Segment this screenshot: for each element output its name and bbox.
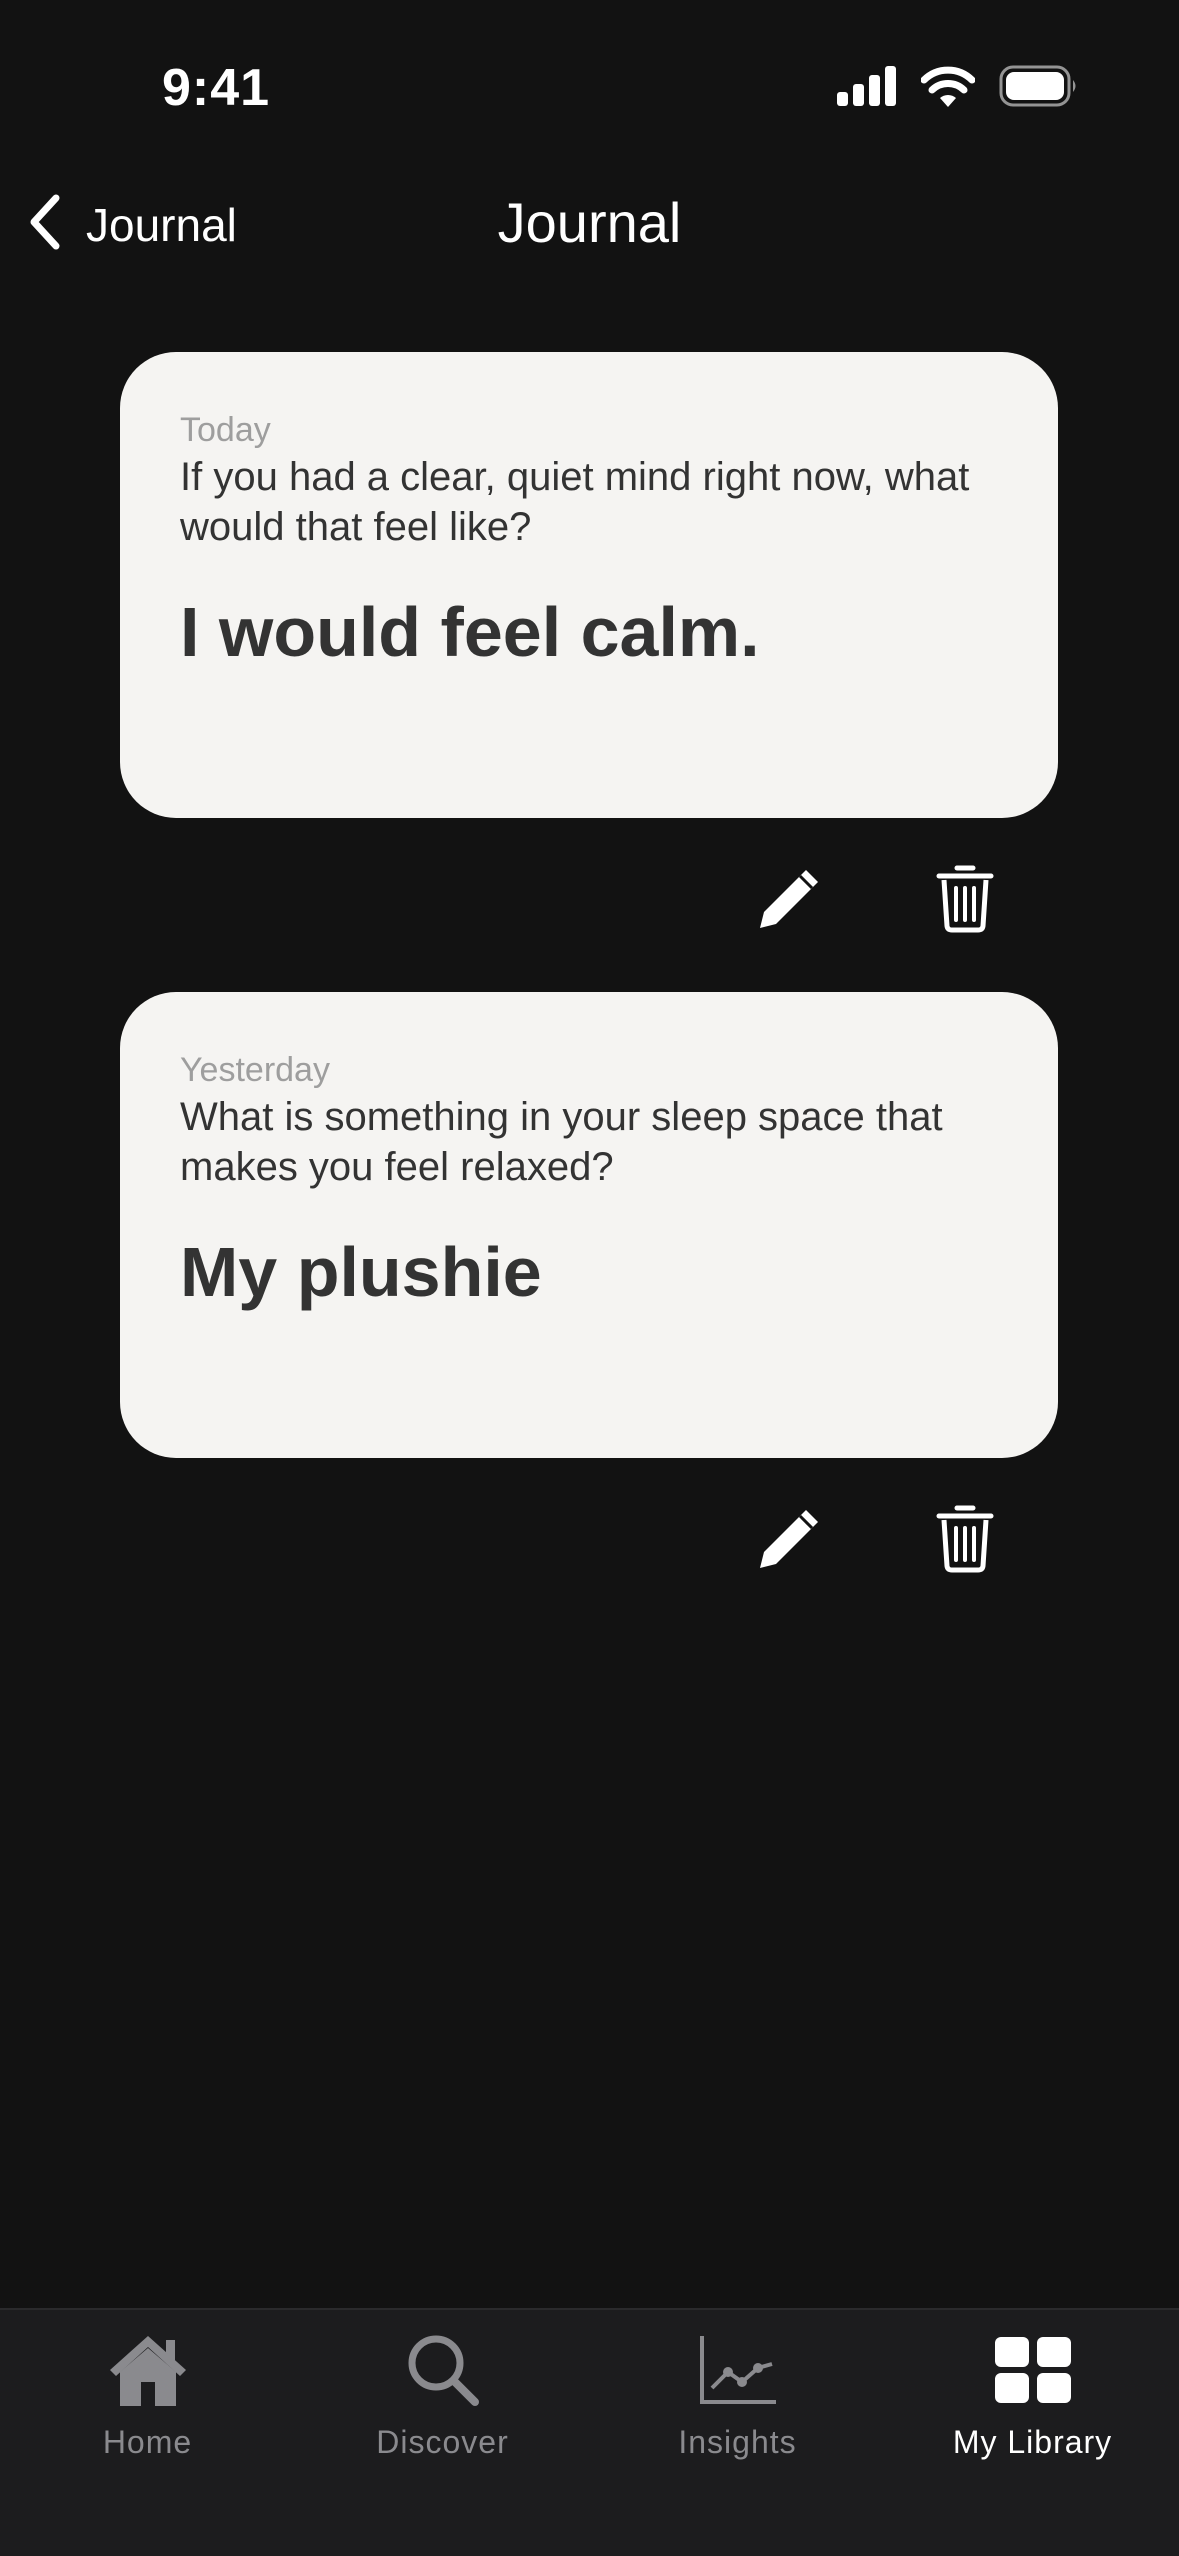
entry-date: Today (180, 411, 271, 449)
tab-discover[interactable]: Discover (295, 2328, 590, 2488)
pencil-icon (754, 1504, 824, 1579)
wifi-icon (920, 65, 976, 112)
entry-question: If you had a clear, quiet mind right now… (180, 455, 970, 549)
tab-label: Home (102, 2424, 193, 2460)
tab-label: Discover (376, 2424, 509, 2460)
edit-button[interactable] (744, 1496, 834, 1586)
journal-entry-card[interactable]: Today If you had a clear, quiet mind rig… (120, 352, 1058, 818)
tab-label: My Library (952, 2424, 1113, 2460)
nav-bar: Journal Journal (0, 170, 1179, 280)
chart-icon (693, 2328, 783, 2412)
tab-insights[interactable]: Insights (590, 2328, 885, 2488)
edit-button[interactable] (744, 856, 834, 946)
tab-home[interactable]: Home (0, 2328, 295, 2488)
status-bar: 9:41 (0, 0, 1179, 170)
search-icon (398, 2328, 488, 2412)
home-icon (103, 2328, 193, 2412)
cellular-signal-icon (837, 65, 897, 111)
tab-bar: Home Discover Insights My Library (0, 2308, 1179, 2556)
entry-question: What is something in your sleep space th… (180, 1095, 943, 1189)
status-icons (837, 65, 1079, 112)
back-label: Journal (86, 198, 237, 251)
grid-icon (988, 2328, 1078, 2412)
trash-icon (935, 1504, 995, 1579)
pencil-icon (754, 864, 824, 939)
delete-button[interactable] (920, 1496, 1010, 1586)
journal-entry-card[interactable]: Yesterday What is something in your slee… (120, 992, 1058, 1458)
entry-date: Yesterday (180, 1051, 330, 1089)
delete-button[interactable] (920, 856, 1010, 946)
battery-icon (999, 65, 1079, 112)
status-time: 9:41 (162, 59, 271, 117)
entry-actions (120, 856, 1058, 946)
entry-answer: My plushie (180, 1233, 542, 1311)
tab-my-library[interactable]: My Library (885, 2328, 1179, 2488)
trash-icon (935, 864, 995, 939)
tab-label: Insights (678, 2424, 797, 2460)
entry-answer: I would feel calm. (180, 593, 760, 671)
entry-actions (120, 1496, 1058, 1586)
back-button[interactable]: Journal (24, 192, 237, 257)
chevron-left-icon (24, 192, 64, 257)
